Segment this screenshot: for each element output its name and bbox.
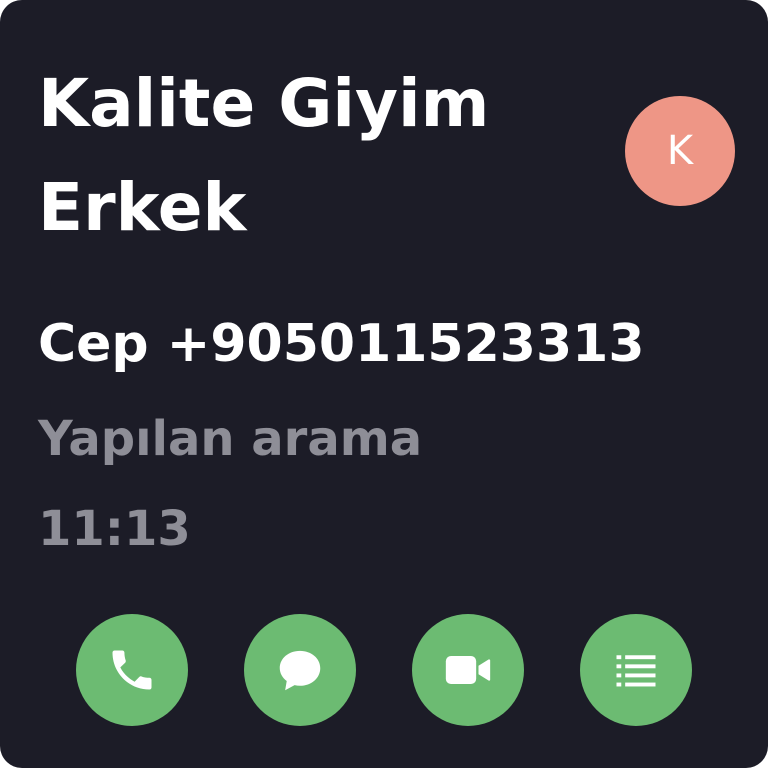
avatar-initial: K [666, 128, 694, 174]
avatar[interactable]: K [625, 96, 735, 206]
message-button[interactable] [244, 614, 356, 726]
details-button[interactable] [580, 614, 692, 726]
phone-icon [106, 644, 158, 696]
call-type: Yapılan arama [38, 411, 423, 467]
contact-name-line-1: Kalite Giyim [38, 65, 490, 142]
video-camera-icon [440, 642, 496, 698]
phone-line[interactable]: Cep +905011523313 [38, 312, 645, 376]
phone-number: +905011523313 [166, 314, 645, 374]
action-bar [0, 614, 768, 726]
details-list-icon [610, 644, 662, 696]
recent-call-card: Kalite Giyim Erkek K Cep +905011523313 Y… [0, 0, 768, 768]
message-icon [273, 643, 327, 697]
contact-name-line-2: Erkek [38, 169, 247, 246]
call-time: 11:13 [38, 501, 191, 557]
call-button[interactable] [76, 614, 188, 726]
phone-label: Cep [38, 314, 149, 374]
video-call-button[interactable] [412, 614, 524, 726]
contact-name: Kalite Giyim Erkek [38, 52, 598, 260]
